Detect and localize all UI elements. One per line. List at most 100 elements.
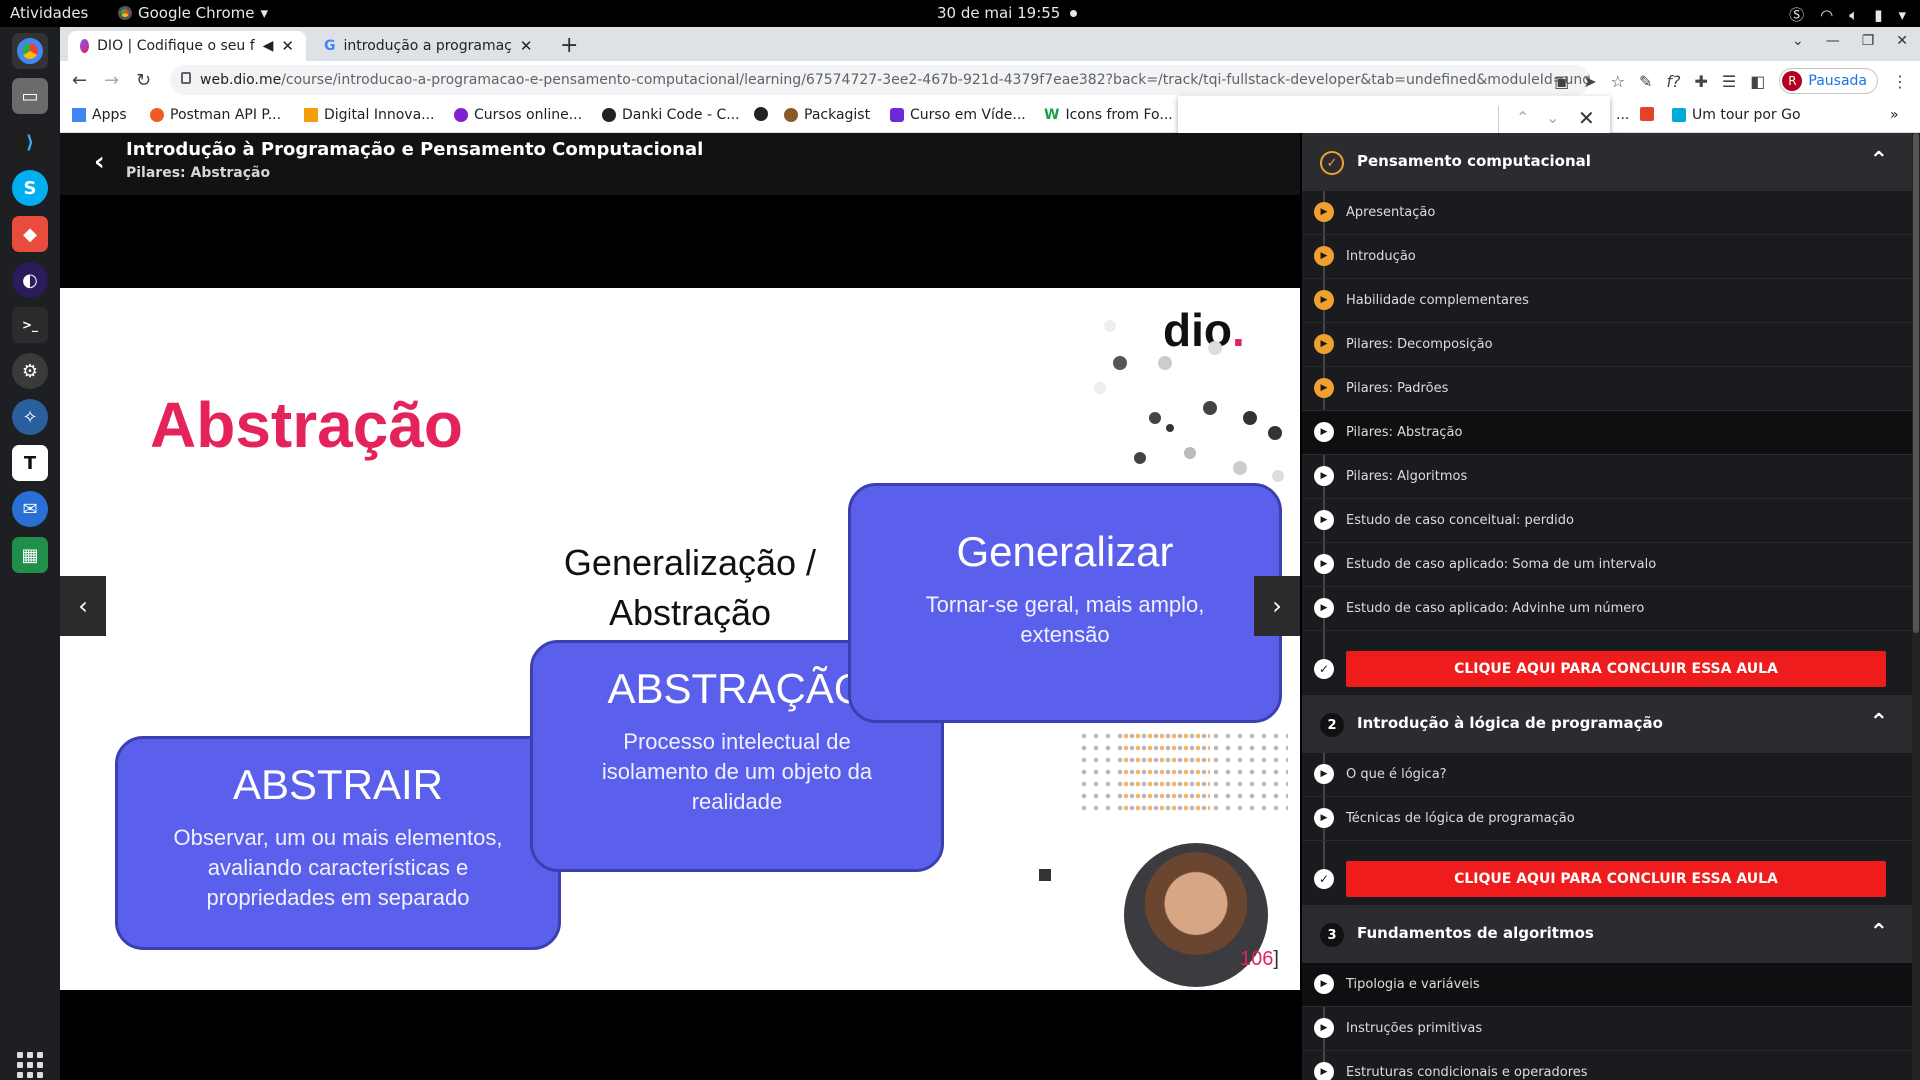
files-dock-icon[interactable]: ▭ (12, 78, 48, 114)
forward-icon[interactable]: → (104, 70, 119, 91)
save-page-icon[interactable]: ▣ (1554, 72, 1569, 91)
caret-down-icon: ▾ (260, 4, 269, 22)
bookmark-go-tour[interactable]: Um tour por Go (1672, 107, 1801, 123)
back-chevron-icon[interactable]: ‹ (94, 147, 105, 177)
system-tray[interactable]: Ⓢ ◠ 🔈︎ ▮ ▾ (1789, 4, 1906, 25)
lesson-item[interactable]: ▶ Tipologia e variáveis (1302, 963, 1912, 1007)
lesson-item[interactable]: ▶ Técnicas de lógica de programação (1302, 797, 1912, 841)
bookmark-label: ... (1616, 107, 1630, 123)
show-apps-icon[interactable] (17, 1052, 43, 1078)
bookmark-icons[interactable]: W Icons from Fo... (1044, 107, 1173, 123)
thunderbird-dock-icon[interactable]: ✉ (12, 491, 48, 527)
dbeaver-dock-icon[interactable]: ✧ (12, 399, 48, 435)
close-tab-icon[interactable]: ✕ (281, 37, 294, 55)
menu-kebab-icon[interactable]: ⋮ (1892, 72, 1908, 91)
sidebar-scrollbar[interactable] (1912, 133, 1920, 1080)
previous-slide-button[interactable]: ‹ (60, 576, 106, 636)
lesson-item[interactable]: ▶ Apresentação (1302, 191, 1912, 235)
minimize-icon[interactable]: — (1826, 33, 1840, 49)
page-number-bracket: ] (1273, 948, 1279, 970)
activities-button[interactable]: Atividades (10, 4, 88, 22)
find-input[interactable] (1190, 106, 1486, 136)
module-header-2[interactable]: 2 Introdução à lógica de programação ⌃ (1302, 695, 1912, 753)
module-header-3[interactable]: 3 Fundamentos de algoritmos ⌃ (1302, 905, 1912, 963)
avatar: R (1782, 71, 1803, 91)
profile-button[interactable]: R Pausada (1779, 68, 1878, 94)
bookmark-gitlab[interactable] (1640, 107, 1654, 121)
bookmark-danki-code[interactable]: Danki Code - C... (602, 107, 740, 123)
extensions-icon[interactable]: ✚ (1695, 72, 1708, 91)
bookmark-apps[interactable]: Apps (72, 107, 127, 123)
clock[interactable]: 30 de mai 19:55 (937, 4, 1078, 22)
lesson-item[interactable]: ▶ Pilares: Algoritmos (1302, 455, 1912, 499)
tab-strip: DIO | Codifique o seu f ◀︎ ✕ G introduçã… (60, 27, 1920, 61)
lesson-item[interactable]: ▶ Pilares: Padrões (1302, 367, 1912, 411)
bookmark-label: Postman API P... (170, 107, 282, 123)
reading-list-icon[interactable]: ☰ (1722, 72, 1736, 91)
new-tab-button[interactable]: + (560, 33, 578, 58)
bookmark-hidden[interactable]: ... (1616, 107, 1629, 123)
anydesk-dock-icon[interactable]: ◆ (12, 216, 48, 252)
lesson-item[interactable]: ▶ Pilares: Decomposição (1302, 323, 1912, 367)
tab-google-search[interactable]: G introdução a programaç ✕ (312, 31, 544, 61)
bookmark-cursos-online[interactable]: Cursos online... (454, 107, 582, 123)
lesson-item[interactable]: ▶ Estudo de caso aplicado: Advinhe um núm… (1302, 587, 1912, 631)
bookmark-curso-em-video[interactable]: Curso em Víde... (890, 107, 1026, 123)
lesson-item[interactable]: ▶ Estruturas condicionais e operadores (1302, 1051, 1912, 1080)
lesson-label: Estudo de caso aplicado: Advinhe um núme… (1346, 601, 1645, 616)
lesson-label: Pilares: Padrões (1346, 381, 1449, 396)
module-header-1[interactable]: ✓ Pensamento computacional ⌃ (1302, 133, 1912, 191)
bookmark-unnamed[interactable] (754, 107, 768, 121)
card-heading: Generalizar (956, 528, 1174, 575)
play-icon: ▶ (1314, 1062, 1334, 1080)
go-tour-icon (1672, 108, 1686, 122)
skype-dock-icon[interactable]: S (12, 170, 48, 206)
side-panel-icon[interactable]: ◧ (1750, 72, 1765, 91)
settings-dock-icon[interactable]: ⚙ (12, 353, 48, 389)
video-slide[interactable]: Abstração dio. Generalização / Abstração… (60, 288, 1300, 990)
lesson-item-current[interactable]: ▶ Pilares: Abstração (1302, 411, 1912, 455)
eclipse-dock-icon[interactable]: ◐ (12, 262, 48, 298)
typora-dock-icon[interactable]: T (12, 445, 48, 481)
next-slide-button[interactable]: › (1254, 576, 1300, 636)
app-menu[interactable]: Google Chrome ▾ (118, 4, 268, 22)
address-bar[interactable]: web.dio.me/course/introducao-a-programac… (170, 65, 1590, 95)
conclude-lesson-button[interactable]: CLIQUE AQUI PARA CONCLUIR ESSA AULA (1346, 861, 1886, 897)
lesson-item[interactable]: ▶ Instruções primitivas (1302, 1007, 1912, 1051)
tab-search-icon[interactable]: ⌄ (1792, 33, 1804, 49)
eyedropper-icon[interactable]: ✎ (1639, 72, 1652, 91)
terminal-dock-icon[interactable]: >_ (12, 307, 48, 343)
bookmark-digital-innovation[interactable]: Digital Innova... (304, 107, 435, 123)
find-next-icon[interactable]: ⌄ (1546, 108, 1559, 127)
restore-icon[interactable]: ❐ (1862, 33, 1875, 49)
back-icon[interactable]: ← (72, 70, 87, 91)
bookmark-postman[interactable]: Postman API P... (150, 107, 281, 123)
lesson-item[interactable]: ▶ Introdução (1302, 235, 1912, 279)
lesson-item[interactable]: ▶ O que é lógica? (1302, 753, 1912, 797)
conclude-lesson-button[interactable]: CLIQUE AQUI PARA CONCLUIR ESSA AULA (1346, 651, 1886, 687)
bookmark-star-icon[interactable]: ☆ (1611, 72, 1625, 91)
lesson-item[interactable]: ▶ Habilidade complementares (1302, 279, 1912, 323)
close-window-icon[interactable]: ✕ (1896, 33, 1908, 49)
formula-icon[interactable]: f? (1666, 72, 1680, 91)
spreadsheet-dock-icon[interactable]: ▦ (12, 537, 48, 573)
scrollbar-thumb[interactable] (1913, 133, 1919, 633)
vscode-dock-icon[interactable]: ⟩ (12, 124, 48, 160)
lesson-item[interactable]: ▶ Estudo de caso aplicado: Soma de um int… (1302, 543, 1912, 587)
tab-dio[interactable]: DIO | Codifique o seu f ◀︎ ✕ (68, 31, 306, 61)
play-icon: ▶ (1314, 334, 1334, 354)
send-icon[interactable]: ➤ (1583, 72, 1596, 91)
reload-icon[interactable]: ↻ (136, 70, 151, 91)
bookmark-packagist[interactable]: Packagist (784, 107, 870, 123)
chrome-dock-icon[interactable] (12, 33, 48, 69)
lesson-item[interactable]: ▶ Estudo de caso conceitual: perdido (1302, 499, 1912, 543)
lock-icon (181, 72, 191, 84)
generalization-label: Generalização / Abstração (560, 538, 820, 638)
more-bookmarks-icon[interactable]: » (1890, 107, 1899, 123)
skype-tray-icon: Ⓢ (1789, 6, 1805, 24)
close-tab-icon[interactable]: ✕ (520, 37, 533, 55)
lesson-label: Introdução (1346, 249, 1416, 264)
find-close-icon[interactable]: ✕ (1578, 106, 1595, 130)
module-number: 3 (1320, 923, 1344, 947)
find-previous-icon[interactable]: ⌃ (1516, 108, 1529, 127)
